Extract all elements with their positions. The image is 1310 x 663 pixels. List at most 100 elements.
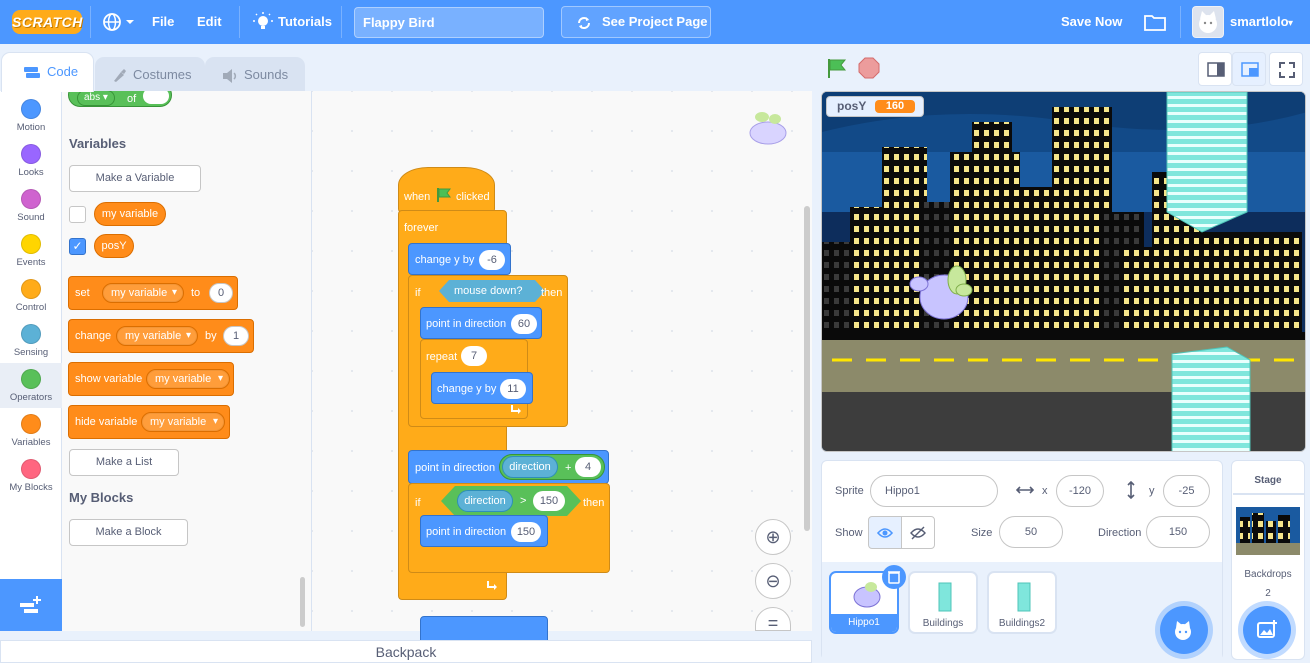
category-my-blocks[interactable]: My Blocks <box>0 453 62 498</box>
category-looks[interactable]: Looks <box>0 138 62 183</box>
y-input[interactable]: -25 <box>1163 475 1210 507</box>
direction-input[interactable]: 150 <box>1146 516 1210 548</box>
direction-input[interactable]: 150 <box>511 522 541 542</box>
variable-monitor-checkbox[interactable]: ✓ <box>69 238 86 255</box>
variable-reporter[interactable]: posY <box>94 234 134 258</box>
category-events[interactable]: Events <box>0 228 62 273</box>
variable-dropdown[interactable]: my variable <box>141 412 225 432</box>
project-title-input[interactable]: Flappy Bird <box>354 7 544 38</box>
change-variable-block[interactable]: change my variable by 1 <box>68 319 254 353</box>
category-label: Variables <box>11 437 51 448</box>
abs-input[interactable] <box>143 91 169 104</box>
green-flag-button[interactable] <box>826 57 848 79</box>
stop-button[interactable] <box>858 57 880 79</box>
hide-variable-block[interactable]: hide variable my variable <box>68 405 230 439</box>
add-operator-block[interactable]: direction + 4 <box>499 454 605 480</box>
username-menu[interactable]: smartlolo <box>1230 0 1289 44</box>
variable-dropdown[interactable]: my variable <box>116 326 198 346</box>
category-label: Motion <box>16 122 46 133</box>
category-variables[interactable]: Variables <box>0 408 62 453</box>
category-operators[interactable]: Operators <box>0 363 62 408</box>
point-in-direction-block[interactable]: point in direction 150 <box>420 515 548 547</box>
posY-variable-monitor[interactable]: posY 160 <box>826 96 924 117</box>
greater-than-operator-block[interactable]: direction > 150 <box>441 486 581 516</box>
script-area[interactable]: when clicked forever change y by -6 if m… <box>312 91 812 648</box>
tab-code-label: Code <box>47 64 79 79</box>
show-sprite-button[interactable] <box>868 516 902 549</box>
forever-label: forever <box>404 222 439 234</box>
change-y-label: change y by <box>437 383 497 395</box>
category-control[interactable]: Control <box>0 273 62 318</box>
delete-sprite-button[interactable] <box>882 565 906 589</box>
stage-canvas[interactable] <box>821 91 1306 452</box>
fullscreen-button[interactable] <box>1269 52 1303 86</box>
variable-dropdown[interactable]: my variable <box>102 283 184 303</box>
abs-dropdown[interactable]: abs ▾ <box>77 91 115 106</box>
direction-reporter[interactable]: direction <box>457 490 513 512</box>
choose-backdrop-button[interactable] <box>1243 606 1291 654</box>
mouse-down-sensing-block[interactable]: mouse down? <box>439 280 545 302</box>
tab-costumes[interactable]: Costumes <box>95 57 205 92</box>
category-motion[interactable]: Motion <box>0 93 62 138</box>
sprite-name-input[interactable]: Hippo1 <box>870 475 998 507</box>
value-input[interactable]: 0 <box>209 283 233 303</box>
point-in-direction-block[interactable]: point in direction 60 <box>420 307 542 339</box>
when-flag-clicked-block[interactable]: when clicked <box>398 167 495 213</box>
sprite-thumbnail-buildings[interactable]: Buildings <box>908 571 978 634</box>
zoom-in-button[interactable]: ⊕ <box>755 519 791 555</box>
backpack[interactable]: Backpack <box>0 640 812 663</box>
code-scrollbar[interactable] <box>804 206 810 531</box>
edit-menu[interactable]: Edit <box>197 0 222 44</box>
save-now-button[interactable]: Save Now <box>1061 0 1122 44</box>
variable-monitor-checkbox[interactable] <box>69 206 86 223</box>
tab-sounds-label: Sounds <box>244 67 289 82</box>
palette-scrollbar[interactable] <box>300 577 305 627</box>
choose-sprite-button[interactable] <box>1160 606 1208 654</box>
of-label: of <box>127 93 137 105</box>
small-stage-button[interactable] <box>1198 52 1232 86</box>
scratch-logo[interactable]: SCRATCH <box>12 10 82 34</box>
my-blocks-section-title: My Blocks <box>69 490 134 505</box>
category-sound[interactable]: Sound <box>0 183 62 228</box>
tab-code[interactable]: Code <box>1 52 94 92</box>
change-y-input[interactable]: 11 <box>500 379 526 399</box>
change-y-block[interactable]: change y by 11 <box>431 372 533 404</box>
make-list-button[interactable]: Make a List <box>69 449 179 476</box>
monitor-value: 160 <box>875 100 915 113</box>
variables-section-title: Variables <box>69 136 127 151</box>
category-sensing[interactable]: Sensing <box>0 318 62 363</box>
change-y-block[interactable]: change y by -6 <box>408 243 511 275</box>
large-stage-button[interactable] <box>1232 52 1266 86</box>
abs-of-block[interactable]: abs ▾ of <box>68 91 172 107</box>
backdrops-label: Backdrops <box>1244 569 1292 580</box>
tutorials-button[interactable]: Tutorials <box>278 0 332 44</box>
see-project-page-button[interactable]: See Project Page <box>561 6 711 38</box>
make-block-button[interactable]: Make a Block <box>69 519 188 546</box>
variable-dropdown[interactable]: my variable <box>146 369 230 389</box>
file-menu[interactable]: File <box>152 0 174 44</box>
add-extension-button[interactable] <box>0 579 62 631</box>
repeat-count-input[interactable]: 7 <box>461 346 487 366</box>
show-variable-block[interactable]: show variable my variable <box>68 362 234 396</box>
size-input[interactable]: 50 <box>999 516 1063 548</box>
compare-value-input[interactable]: 150 <box>533 491 565 511</box>
avatar[interactable] <box>1192 6 1224 38</box>
my-stuff-folder-icon[interactable] <box>1144 12 1166 32</box>
x-input[interactable]: -120 <box>1056 475 1104 507</box>
language-menu[interactable] <box>102 12 136 32</box>
direction-reporter[interactable]: direction <box>502 456 558 478</box>
zoom-out-button[interactable]: ⊖ <box>755 563 791 599</box>
add-value-input[interactable]: 4 <box>575 457 601 477</box>
zoom-out-icon: ⊖ <box>765 571 781 591</box>
variable-reporter[interactable]: my variable <box>94 202 166 226</box>
change-y-input[interactable]: -6 <box>479 250 505 270</box>
hide-sprite-button[interactable] <box>901 516 935 549</box>
direction-input[interactable]: 60 <box>511 314 537 334</box>
sprite-thumbnail-buildings2[interactable]: Buildings2 <box>987 571 1057 634</box>
mouse-down-label: mouse down? <box>454 285 523 297</box>
make-variable-button[interactable]: Make a Variable <box>69 165 201 192</box>
set-variable-block[interactable]: set my variable to 0 <box>68 276 238 310</box>
tab-sounds[interactable]: Sounds <box>205 57 305 92</box>
point-in-direction-block[interactable]: point in direction direction + 4 <box>408 450 609 484</box>
value-input[interactable]: 1 <box>223 326 249 346</box>
